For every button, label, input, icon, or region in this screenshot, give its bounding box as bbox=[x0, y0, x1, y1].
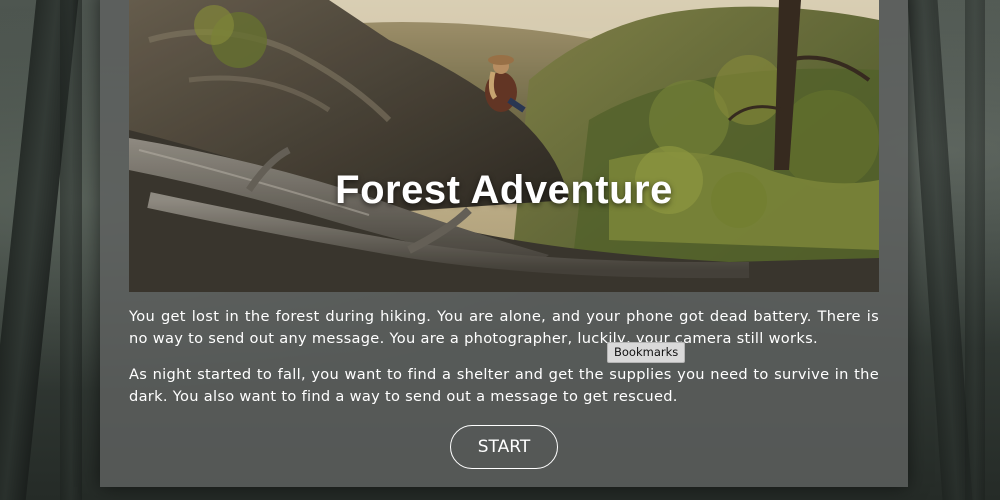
forest-cliff-illustration bbox=[129, 0, 879, 292]
game-title: Forest Adventure bbox=[335, 168, 673, 212]
story-text: You get lost in the forest during hiking… bbox=[129, 306, 879, 422]
bookmarks-tooltip: Bookmarks bbox=[607, 342, 686, 363]
start-button[interactable]: START bbox=[450, 425, 558, 469]
hero-image: Forest Adventure bbox=[129, 0, 879, 292]
story-paragraph-2: As night started to fall, you want to fi… bbox=[129, 366, 879, 405]
story-paragraph-1: You get lost in the forest during hiking… bbox=[129, 308, 879, 347]
